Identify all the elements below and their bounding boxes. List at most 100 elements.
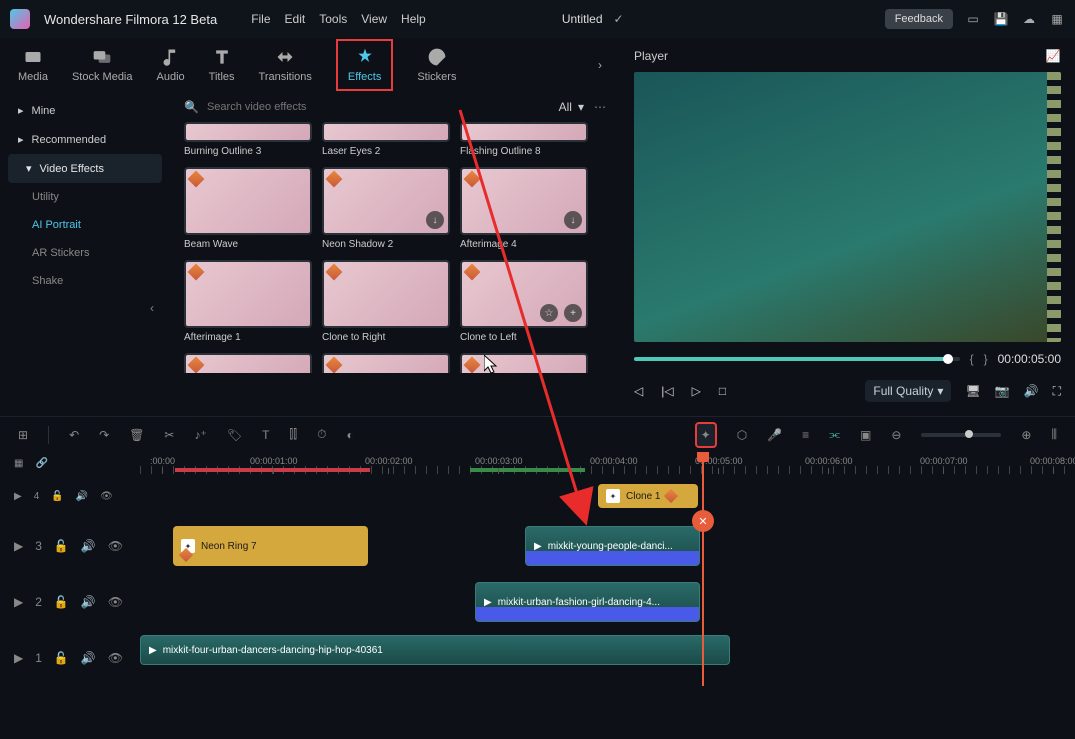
menu-help[interactable]: Help	[401, 12, 426, 26]
tag-icon[interactable]: 🏷	[227, 428, 242, 442]
track-type-icon[interactable]: ▶	[14, 491, 22, 502]
sidebar-video-effects[interactable]: ▾Video Effects	[8, 154, 162, 183]
timeline-view-icon[interactable]: ▦	[14, 458, 23, 469]
volume-icon[interactable]: 🔊	[1024, 384, 1039, 398]
timeline-playhead[interactable]: ✕	[702, 452, 704, 686]
step-back-icon[interactable]: |◁	[661, 384, 673, 398]
timeline-tracks[interactable]: :00:00 00:00:01:00 00:00:02:00 00:00:03:…	[140, 452, 1075, 686]
sidebar-ar-stickers[interactable]: AR Stickers	[0, 239, 170, 267]
auto-ripple-icon[interactable]: ⫘	[829, 427, 840, 442]
crop-icon[interactable]: ▣	[860, 428, 871, 442]
menu-view[interactable]: View	[361, 12, 387, 26]
download-icon[interactable]: ↓	[426, 211, 444, 229]
effect-clip-neon[interactable]: ✦ Neon Ring 7	[173, 526, 368, 566]
effect-thumb[interactable]: ↓	[460, 167, 588, 235]
sidebar-ai-portrait[interactable]: AI Portrait	[0, 211, 170, 239]
effect-thumb[interactable]	[460, 122, 588, 142]
track-type-icon[interactable]: ▶	[14, 651, 23, 665]
camera-icon[interactable]: 📷	[995, 384, 1010, 398]
track-type-icon[interactable]: ▶	[14, 539, 23, 553]
layout-icon[interactable]: ▭	[965, 11, 981, 27]
effect-thumb[interactable]	[460, 353, 588, 373]
delete-icon[interactable]: 🗑	[129, 428, 144, 442]
effect-thumb[interactable]	[322, 260, 450, 328]
text-icon[interactable]: T	[262, 428, 269, 442]
mute-icon[interactable]: 🔊	[81, 539, 96, 553]
snapshot-icon[interactable]: 📈	[1045, 48, 1061, 64]
tab-stock-media[interactable]: Stock Media	[72, 47, 133, 83]
visibility-icon[interactable]: 👁	[108, 651, 123, 665]
track-type-icon[interactable]: ▶	[14, 595, 23, 609]
search-box[interactable]: 🔍	[184, 100, 549, 114]
effect-thumb[interactable]	[184, 260, 312, 328]
split-icon[interactable]: ✂	[164, 428, 174, 442]
timeline-ruler[interactable]: :00:00 00:00:01:00 00:00:02:00 00:00:03:…	[140, 452, 1075, 474]
player-scrubber[interactable]	[634, 357, 960, 361]
tab-effects[interactable]: Effects	[336, 39, 393, 91]
stop-icon[interactable]: □	[719, 384, 726, 398]
visibility-icon[interactable]: 👁	[100, 491, 113, 502]
prev-frame-icon[interactable]: ◁	[634, 384, 643, 398]
sidebar-recommended[interactable]: ▸Recommended	[0, 125, 170, 154]
feedback-button[interactable]: Feedback	[885, 9, 953, 29]
effect-thumb[interactable]	[184, 122, 312, 142]
menu-file[interactable]: File	[251, 12, 270, 26]
visibility-icon[interactable]: 👁	[108, 595, 123, 609]
video-clip[interactable]: ▶mixkit-urban-fashion-girl-dancing-4...	[475, 582, 700, 622]
play-icon[interactable]: ▷	[692, 384, 701, 398]
audio-detach-icon[interactable]: ♪⁺	[194, 428, 206, 442]
effect-thumb[interactable]	[184, 167, 312, 235]
video-clip[interactable]: ▶mixkit-young-people-danci...	[525, 526, 700, 566]
redo-icon[interactable]: ↷	[99, 428, 109, 442]
track-options-icon[interactable]: ⫼	[1051, 427, 1057, 442]
render-preview-icon[interactable]: ✦	[695, 422, 717, 448]
mark-out-bracket[interactable]: }	[984, 352, 988, 366]
tab-stickers[interactable]: Stickers	[417, 47, 456, 83]
effect-thumb[interactable]: ☆+	[460, 260, 588, 328]
effect-thumb[interactable]	[184, 353, 312, 373]
link-icon[interactable]: 🔗	[35, 458, 47, 469]
mute-icon[interactable]: 🔊	[81, 651, 96, 665]
marker-icon[interactable]: ⬡	[737, 428, 747, 442]
more-options-icon[interactable]: ⋯	[594, 100, 606, 114]
menu-edit[interactable]: Edit	[285, 12, 306, 26]
color-icon[interactable]: ◐	[346, 428, 353, 442]
display-icon[interactable]: 🖥	[965, 384, 980, 398]
grid-icon[interactable]: ▦	[1049, 11, 1065, 27]
tab-media[interactable]: Media	[18, 47, 48, 83]
playhead-handle[interactable]: ✕	[692, 510, 714, 532]
effect-clip-clone[interactable]: ✦ Clone 1	[598, 484, 698, 508]
lock-icon[interactable]: 🔓	[54, 651, 69, 665]
lock-icon[interactable]: 🔓	[54, 595, 69, 609]
effect-thumb[interactable]	[322, 353, 450, 373]
save-icon[interactable]: 💾	[993, 11, 1009, 27]
fullscreen-icon[interactable]: ⛶	[1053, 384, 1061, 399]
audio-sync-icon[interactable]: ≡	[802, 428, 809, 442]
sidebar-utility[interactable]: Utility	[0, 183, 170, 211]
sidebar-collapse[interactable]: ‹	[0, 295, 170, 321]
zoom-out-icon[interactable]: ⊖	[891, 428, 901, 442]
quality-dropdown[interactable]: Full Quality▾	[865, 380, 951, 402]
voiceover-icon[interactable]: 🎤	[767, 428, 782, 442]
search-input[interactable]	[207, 101, 549, 113]
mute-icon[interactable]: 🔊	[76, 491, 88, 502]
tabs-more-icon[interactable]: ›	[598, 58, 602, 72]
cloud-icon[interactable]: ☁	[1021, 11, 1037, 27]
mark-in-bracket[interactable]: {	[970, 352, 974, 366]
speed-icon[interactable]: ⏱	[317, 427, 326, 442]
player-viewport[interactable]	[634, 72, 1061, 342]
zoom-in-icon[interactable]: ⊕	[1021, 428, 1031, 442]
menu-tools[interactable]: Tools	[319, 12, 347, 26]
effect-thumb[interactable]: ↓	[322, 167, 450, 235]
lock-icon[interactable]: 🔓	[54, 539, 69, 553]
visibility-icon[interactable]: 👁	[108, 539, 123, 553]
tab-audio[interactable]: Audio	[157, 47, 185, 83]
lock-icon[interactable]: 🔓	[51, 491, 63, 502]
tab-titles[interactable]: Titles	[209, 47, 235, 83]
mixer-icon[interactable]: ⫿⫿	[289, 427, 297, 442]
video-clip[interactable]: ▶mixkit-four-urban-dancers-dancing-hip-h…	[140, 635, 730, 665]
layout-options-icon[interactable]: ⊞	[18, 428, 28, 442]
effect-thumb[interactable]	[322, 122, 450, 142]
tab-transitions[interactable]: Transitions	[259, 47, 312, 83]
add-icon[interactable]: +	[564, 304, 582, 322]
